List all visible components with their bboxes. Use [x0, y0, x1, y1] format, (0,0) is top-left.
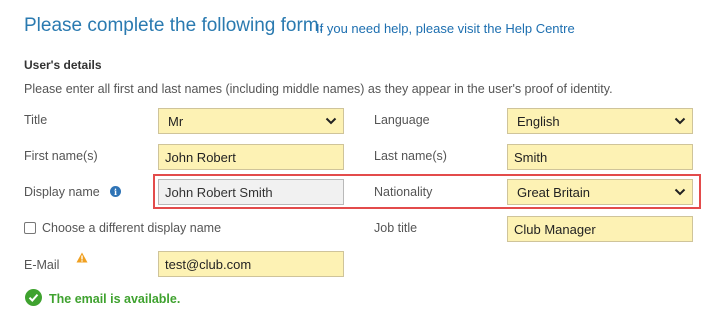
check-circle-icon [25, 289, 42, 306]
page-title: Please complete the following form. [24, 15, 324, 36]
title-select[interactable]: Mr [158, 108, 344, 134]
first-name-input[interactable]: John Robert [158, 144, 344, 170]
warning-icon [76, 252, 88, 263]
chevron-down-icon [674, 117, 686, 125]
different-display-name-checkbox[interactable] [24, 222, 36, 234]
highlight-box [153, 174, 701, 209]
last-name-input[interactable]: Smith [507, 144, 693, 170]
language-select-value: English [517, 113, 560, 129]
different-display-name-label[interactable]: Choose a different display name [42, 221, 221, 235]
instructions-text: Please enter all first and last names (i… [24, 82, 613, 96]
email-label: E-Mail [24, 258, 60, 272]
chevron-down-icon [325, 117, 337, 125]
display-name-label: Display name [24, 185, 100, 199]
language-select[interactable]: English [507, 108, 693, 134]
language-label: Language [374, 113, 430, 127]
job-title-input[interactable]: Club Manager [507, 216, 693, 242]
title-select-value: Mr [168, 113, 184, 129]
email-input[interactable]: test@club.com [158, 251, 344, 277]
email-available-message: The email is available. [49, 292, 181, 306]
last-name-label: Last name(s) [374, 149, 447, 163]
help-centre-link[interactable]: If you need help, please visit the Help … [316, 21, 575, 36]
info-icon[interactable]: i [110, 186, 121, 197]
title-label: Title [24, 113, 48, 127]
first-name-label: First name(s) [24, 149, 98, 163]
job-title-label: Job title [374, 221, 418, 235]
section-title: User's details [24, 58, 102, 72]
